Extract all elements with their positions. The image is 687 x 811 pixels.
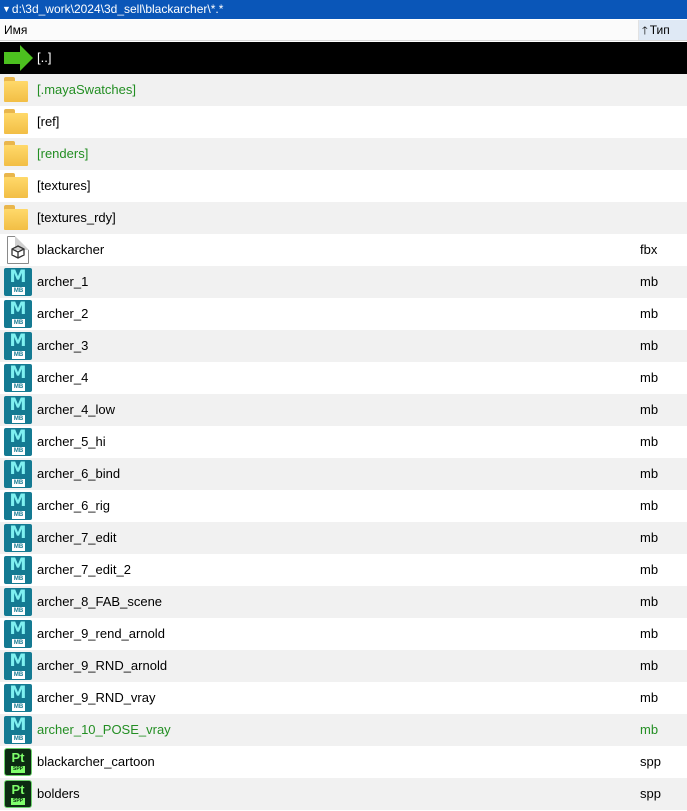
file-name: archer_9_RND_vray [37,690,156,705]
file-list-row[interactable]: M MB archer_7_edit mb [0,522,687,554]
maya-file-icon: M MB [4,268,32,296]
folder-icon [4,140,32,168]
file-list-row[interactable]: Pt SPP bolders spp [0,778,687,810]
folder-icon [4,76,32,104]
path-bar[interactable]: ▼d:\3d_work\2024\3d_sell\blackarcher\*.* [0,0,687,19]
file-type: fbx [640,242,658,257]
file-type: mb [640,306,659,321]
file-list-row[interactable]: [textures_rdy] [0,202,687,234]
maya-file-icon: M MB [4,620,32,648]
file-name: archer_4_low [37,402,116,417]
fbx-file-icon [7,236,29,264]
file-list-row[interactable]: M MB archer_9_RND_vray mb [0,682,687,714]
file-list-row[interactable]: [ref] [0,106,687,138]
file-list-row[interactable]: M MB archer_9_RND_arnold mb [0,650,687,682]
column-header-type[interactable]: 🡑 Тип [638,20,687,40]
file-list-row[interactable]: M MB archer_6_rig mb [0,490,687,522]
file-list-row[interactable]: M MB archer_1 mb [0,266,687,298]
folder-icon [4,108,32,136]
file-name: archer_3 [37,338,89,353]
file-list-row[interactable]: blackarcher fbx [0,234,687,266]
file-name: [textures] [37,178,91,193]
file-name: archer_7_edit_2 [37,562,131,577]
column-header: Имя 🡑 Тип [0,20,687,41]
file-list-row[interactable]: M MB archer_7_edit_2 mb [0,554,687,586]
file-type: mb [640,466,659,481]
file-list-row[interactable]: M MB archer_8_FAB_scene mb [0,586,687,618]
maya-file-icon: M MB [4,684,32,712]
file-type: mb [640,626,659,641]
current-path: d:\3d_work\2024\3d_sell\blackarcher\*.* [11,2,224,16]
file-name: archer_5_hi [37,434,106,449]
file-list-row[interactable]: M MB archer_4_low mb [0,394,687,426]
file-list-row[interactable]: M MB archer_2 mb [0,298,687,330]
folder-icon [4,204,32,232]
maya-file-icon: M MB [4,364,32,392]
sort-ascending-icon: 🡑 [642,25,648,37]
maya-file-icon: M MB [4,588,32,616]
maya-file-icon: M MB [4,396,32,424]
file-list-row[interactable]: [..] [0,42,687,74]
file-type: mb [640,434,659,449]
file-type: mb [640,562,659,577]
file-name: archer_7_edit [37,530,117,545]
maya-file-icon: M MB [4,556,32,584]
file-type: mb [640,658,659,673]
file-name: archer_9_rend_arnold [37,626,165,641]
file-type: mb [640,722,659,737]
path-dropdown-icon[interactable]: ▼ [2,0,11,19]
maya-file-icon: M MB [4,300,32,328]
file-list-row[interactable]: [.mayaSwatches] [0,74,687,106]
file-name: archer_9_RND_arnold [37,658,168,673]
file-name: [renders] [37,146,89,161]
maya-file-icon: M MB [4,460,32,488]
file-name: bolders [37,786,80,801]
up-arrow-icon [4,44,33,72]
file-name: archer_8_FAB_scene [37,594,163,609]
maya-file-icon: M MB [4,428,32,456]
file-list[interactable]: [..] [.mayaSwatches] [ref] [renders] [textur… [0,42,687,810]
folder-icon [4,172,32,200]
file-type: spp [640,754,661,769]
maya-file-icon: M MB [4,524,32,552]
file-type: mb [640,338,659,353]
file-type: mb [640,402,659,417]
file-list-row[interactable]: M MB archer_10_POSE_vray mb [0,714,687,746]
file-list-row[interactable]: M MB archer_4 mb [0,362,687,394]
file-list-row[interactable]: M MB archer_3 mb [0,330,687,362]
maya-file-icon: M MB [4,332,32,360]
file-type: mb [640,274,659,289]
file-list-row[interactable]: [textures] [0,170,687,202]
column-header-type-label: Тип [649,23,670,37]
file-list-row[interactable]: Pt SPP blackarcher_cartoon spp [0,746,687,778]
file-type: mb [640,530,659,545]
file-list-row[interactable]: M MB archer_6_bind mb [0,458,687,490]
maya-file-icon: M MB [4,716,32,744]
file-name: archer_6_bind [37,466,121,481]
file-type: mb [640,594,659,609]
file-list-row[interactable]: [renders] [0,138,687,170]
file-list-row[interactable]: M MB archer_9_rend_arnold mb [0,618,687,650]
file-name: [ref] [37,114,60,129]
maya-file-icon: M MB [4,492,32,520]
file-type: mb [640,498,659,513]
spp-file-icon: Pt SPP [4,780,32,808]
file-name: archer_2 [37,306,89,321]
maya-file-icon: M MB [4,652,32,680]
file-name: archer_4 [37,370,89,385]
file-name: archer_10_POSE_vray [37,722,171,737]
column-header-name[interactable]: Имя [4,20,27,40]
file-name: [textures_rdy] [37,210,116,225]
file-name: archer_1 [37,274,89,289]
file-list-row[interactable]: M MB archer_5_hi mb [0,426,687,458]
file-type: mb [640,370,659,385]
file-name: [.mayaSwatches] [37,82,136,97]
file-name: blackarcher [37,242,105,257]
file-name: blackarcher_cartoon [37,754,155,769]
file-name: [..] [37,50,52,65]
spp-file-icon: Pt SPP [4,748,32,776]
file-type: mb [640,690,659,705]
file-name: archer_6_rig [37,498,110,513]
file-type: spp [640,786,661,801]
